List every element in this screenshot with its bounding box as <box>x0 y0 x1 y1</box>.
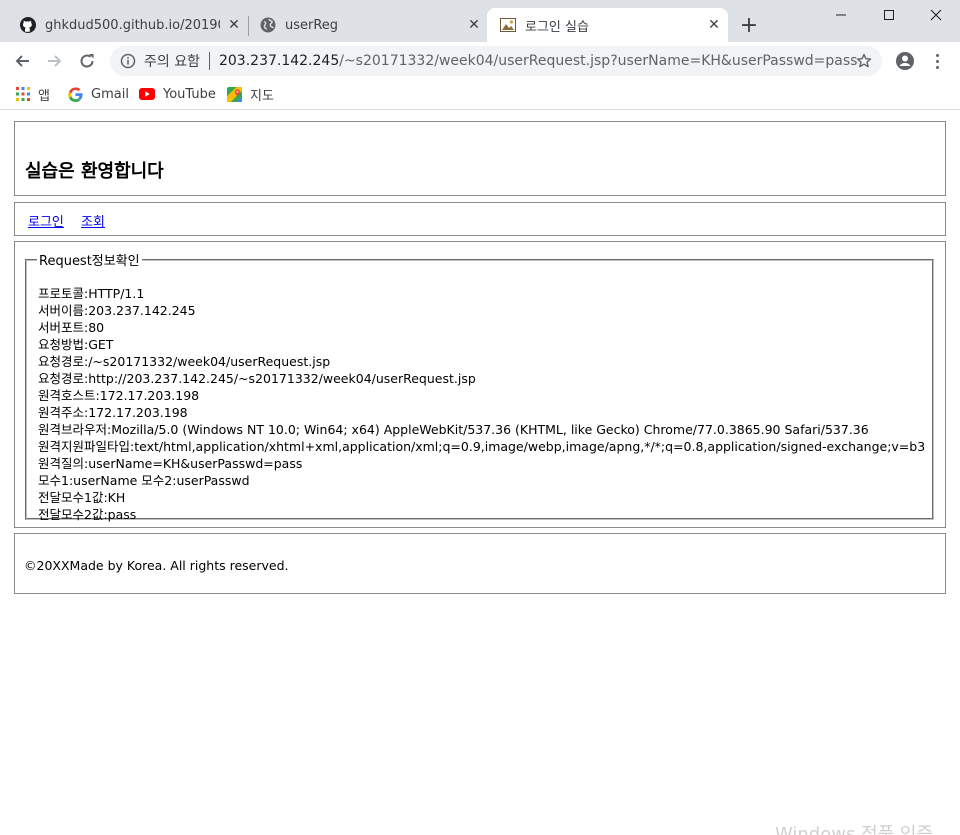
forward-arrow-icon <box>48 55 62 67</box>
bookmark-label: Gmail <box>91 86 129 102</box>
page-footer: ©20XXMade by Korea. All rights reserved. <box>14 533 946 594</box>
google-icon <box>68 86 83 102</box>
tab-login-practice[interactable]: 로그인 실습 ✕ <box>487 8 728 42</box>
minimize-button[interactable] <box>818 4 864 26</box>
info-line-server-port: 서버포트:80 <box>38 320 105 335</box>
address-bar[interactable]: 주의 요함 203.237.142.245/~s20171332/week04/… <box>110 46 882 76</box>
reload-button[interactable] <box>76 50 98 72</box>
url-host: 203.237.142.245 <box>218 53 340 69</box>
security-status[interactable]: 주의 요함 <box>144 51 200 71</box>
bookmark-maps[interactable]: 지도 <box>227 84 274 104</box>
globe-icon <box>260 17 276 33</box>
maps-icon <box>227 86 242 102</box>
copyright-text: ©20XXMade by Korea. All rights reserved. <box>24 558 289 573</box>
new-tab-button[interactable]: + <box>738 15 760 37</box>
bookmark-gmail[interactable]: Gmail <box>68 84 129 104</box>
url-text[interactable]: 203.237.142.245/~s20171332/week04/userRe… <box>219 53 857 69</box>
info-line-server-name: 서버이름:203.237.142.245 <box>38 303 196 318</box>
lookup-link[interactable]: 조회 <box>81 211 105 230</box>
info-icon[interactable] <box>120 53 136 69</box>
info-line-remote-addr: 원격주소:172.17.203.198 <box>38 405 188 420</box>
tab-title: userReg <box>285 17 339 33</box>
close-window-button[interactable] <box>913 4 959 26</box>
tab-title: 로그인 실습 <box>525 19 589 35</box>
info-line-protocol: 프로토콜:HTTP/1.1 <box>38 286 145 301</box>
page-nav: 로그인 조회 <box>14 202 946 236</box>
close-tab-icon[interactable]: ✕ <box>706 17 722 33</box>
page-header: 실습은 환영합니다 <box>14 121 946 196</box>
fieldset-legend: Request정보확인 <box>39 254 140 269</box>
youtube-icon <box>139 88 155 100</box>
windows-activation-watermark: Windows 정품 인증 <box>775 824 934 835</box>
info-line-method: 요청방법:GET <box>38 337 114 352</box>
close-icon <box>930 9 942 21</box>
bookmark-youtube[interactable]: YouTube <box>139 84 216 104</box>
info-line-user-agent: 원격브라우저:Mozilla/5.0 (Windows NT 10.0; Win… <box>38 422 869 437</box>
reload-icon <box>80 54 94 68</box>
apps-grid-icon <box>16 87 30 101</box>
browser-toolbar: 주의 요함 203.237.142.245/~s20171332/week04/… <box>0 42 960 80</box>
close-tab-icon[interactable]: ✕ <box>226 17 242 33</box>
tab-separator <box>248 16 249 36</box>
page-thumbnail-icon <box>500 18 516 32</box>
login-link[interactable]: 로그인 <box>28 211 64 230</box>
info-line-param1-value: 전달모수1값:KH <box>38 490 126 505</box>
info-line-query-string: 원격질의:userName=KH&userPasswd=pass <box>38 456 303 471</box>
request-info-section: Request정보확인 프로토콜:HTTP/1.1 서버이름:203.237.1… <box>14 241 946 528</box>
info-line-remote-host: 원격호스트:172.17.203.198 <box>38 388 200 403</box>
close-tab-icon[interactable]: ✕ <box>466 17 482 33</box>
back-button[interactable] <box>11 50 33 72</box>
bookmark-label: 지도 <box>250 88 274 104</box>
menu-dots-icon[interactable] <box>930 51 944 71</box>
url-path: /~s20171332/week04/userRequest.jsp?userN… <box>339 53 858 69</box>
request-info-list: 프로토콜:HTTP/1.1 서버이름:203.237.142.245 서버포트:… <box>38 285 925 523</box>
tab-userreg[interactable]: userReg ✕ <box>260 8 482 42</box>
request-info-fieldset: Request정보확인 프로토콜:HTTP/1.1 서버이름:203.237.1… <box>25 250 934 523</box>
back-arrow-icon <box>15 55 29 67</box>
info-line-accept: 원격지원파일타입:text/html,application/xhtml+xml… <box>38 439 926 454</box>
info-line-request-uri: 요청경로:/~s20171332/week04/userRequest.jsp <box>38 354 331 369</box>
profile-avatar-icon[interactable] <box>895 51 915 71</box>
bookmark-apps[interactable]: 앱 <box>16 84 50 104</box>
tab-github[interactable]: ghkdud500.github.io/20190919 ✕ <box>20 8 242 42</box>
tab-title: ghkdud500.github.io/20190919 <box>45 17 220 33</box>
bookmarks-bar: 앱 Gmail YouTube 지도 <box>0 80 960 110</box>
github-icon <box>20 17 36 33</box>
maximize-button[interactable] <box>866 4 912 26</box>
page-title: 실습은 환영합니다 <box>25 161 164 182</box>
info-line-request-url: 요청경로:http://203.237.142.245/~s20171332/w… <box>38 371 476 386</box>
bookmark-star-icon[interactable] <box>856 53 872 69</box>
forward-button[interactable] <box>44 50 66 72</box>
info-line-param2-value: 전달모수2값:pass <box>38 507 137 522</box>
maximize-icon <box>884 10 894 20</box>
bookmark-label: YouTube <box>163 86 216 102</box>
bookmark-label: 앱 <box>38 88 50 104</box>
tab-strip: ghkdud500.github.io/20190919 ✕ userReg ✕… <box>0 0 960 42</box>
page-viewport: 실습은 환영합니다 로그인 조회 Request정보확인 프로토콜:HTTP/1… <box>0 111 960 835</box>
minimize-icon <box>836 14 846 16</box>
info-line-param-names: 모수1:userName 모수2:userPasswd <box>38 473 250 488</box>
address-separator <box>208 52 210 70</box>
